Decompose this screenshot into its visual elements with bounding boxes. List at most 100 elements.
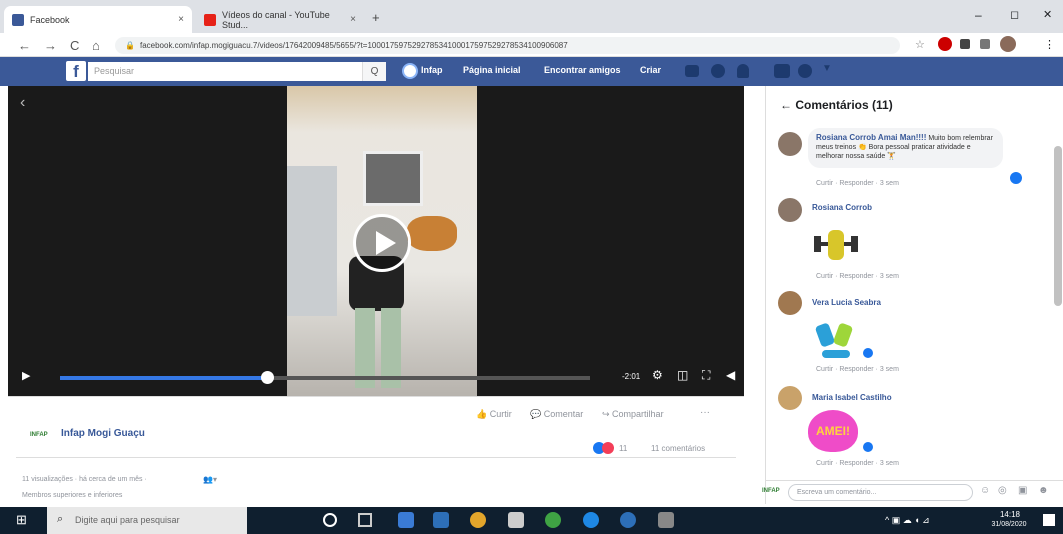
comment-reply-button[interactable]: Responder: [839, 366, 873, 373]
volume-icon[interactable]: ◀: [726, 368, 735, 382]
tab-youtube[interactable]: Vídeos do canal - YouTube Stud... ×: [196, 6, 364, 33]
menu-icon[interactable]: ⋮: [1044, 38, 1055, 51]
app-icon[interactable]: [545, 512, 561, 528]
scrollbar-thumb[interactable]: [1054, 146, 1062, 306]
cortana-icon[interactable]: [323, 513, 337, 527]
url-field[interactable]: 🔒 facebook.com/infap.mogiguacu.7/videos/…: [115, 37, 900, 54]
play-button[interactable]: [353, 214, 411, 272]
taskbar-search-input[interactable]: ⌕ Digite aqui para pesquisar: [47, 507, 247, 534]
comment-like-button[interactable]: Curtir: [816, 366, 833, 373]
tab-facebook[interactable]: Facebook ×: [4, 6, 192, 33]
play-control-icon[interactable]: ▶: [22, 369, 30, 382]
windows-start-icon[interactable]: ⊞: [16, 512, 27, 528]
notifications-icon[interactable]: [1043, 514, 1055, 526]
close-window-button[interactable]: ✕: [1043, 8, 1052, 21]
chrome-icon[interactable]: [470, 512, 486, 528]
comments-title[interactable]: ← Comentários (11): [780, 98, 893, 112]
comment-reply-button[interactable]: Responder: [839, 460, 873, 467]
bell-icon[interactable]: [737, 64, 749, 78]
task-view-icon[interactable]: [358, 513, 372, 527]
write-comment-input[interactable]: Escreva um comentário...: [788, 484, 973, 501]
profile-link[interactable]: Infap: [421, 65, 443, 75]
system-tray-icons[interactable]: ^ ▣ ☁ ◖ ⊿: [885, 515, 930, 526]
window-shape: [363, 151, 423, 206]
search-icon[interactable]: Q: [362, 62, 386, 81]
comment-author[interactable]: Rosiana Corrob: [812, 203, 872, 212]
like-button[interactable]: 👍 Curtir: [476, 409, 512, 420]
back-button[interactable]: ←: [18, 38, 31, 53]
avatar[interactable]: [778, 198, 802, 222]
extension-icon[interactable]: [960, 39, 970, 49]
chevron-down-icon[interactable]: ▼: [822, 63, 832, 74]
facebook-top-bar: f Pesquisar Q Infap Página inicial Encon…: [0, 57, 1063, 86]
comment-reply-button[interactable]: Responder: [839, 180, 873, 187]
create-link[interactable]: Criar: [640, 65, 661, 75]
comment-like-button[interactable]: Curtir: [816, 273, 833, 280]
app-icon[interactable]: [620, 512, 636, 528]
app-icon[interactable]: [658, 512, 674, 528]
quick-help-icon[interactable]: [774, 64, 790, 78]
facebook-logo[interactable]: f: [66, 61, 86, 81]
help-icon[interactable]: [798, 64, 812, 78]
comment-actions: Curtir · Responder · 3 sem: [816, 366, 899, 373]
dancing-sticker: [814, 318, 858, 362]
avatar[interactable]: [778, 386, 802, 410]
forward-button[interactable]: →: [44, 38, 57, 53]
search-input[interactable]: Pesquisar: [88, 62, 386, 81]
picture-in-picture-icon[interactable]: ◫: [677, 368, 688, 382]
progress-knob[interactable]: [260, 371, 274, 384]
store-icon[interactable]: [508, 512, 524, 528]
video-player[interactable]: ‹ ▶ -2:01 ⚙ ◫ ⛶ ◀: [8, 86, 744, 396]
people-icon[interactable]: [685, 65, 699, 77]
gif-icon[interactable]: ▣: [1018, 485, 1027, 496]
file-explorer-icon[interactable]: [398, 512, 414, 528]
edge-icon[interactable]: [583, 512, 599, 528]
facebook-favicon-icon: [12, 13, 24, 26]
home-link[interactable]: Página inicial: [463, 65, 521, 75]
avatar[interactable]: [778, 291, 802, 315]
profile-avatar[interactable]: [402, 63, 418, 79]
comment-button[interactable]: 💬 Comentar: [530, 409, 583, 420]
star-icon[interactable]: ☆: [915, 38, 925, 51]
avatar[interactable]: [778, 132, 802, 156]
mail-icon[interactable]: [433, 512, 449, 528]
like-reaction-icon: [863, 348, 873, 358]
thumbs-up-icon: 👍: [476, 409, 490, 419]
messenger-icon[interactable]: [711, 64, 725, 78]
reload-button[interactable]: C: [70, 38, 79, 53]
youtube-favicon-icon: [204, 13, 216, 26]
close-tab-icon[interactable]: ×: [350, 14, 356, 25]
profile-avatar[interactable]: [1000, 36, 1016, 52]
comment-author[interactable]: Rosiana Corrob Amai Man!!!!: [816, 133, 926, 142]
camera-icon[interactable]: ◎: [998, 485, 1007, 496]
weightlifter-sticker: [814, 224, 858, 266]
comment-author[interactable]: Maria Isabel Castilho: [812, 393, 892, 402]
comments-count[interactable]: 11 comentários: [651, 444, 705, 453]
address-bar-row: ← → C ⌂ 🔒 facebook.com/infap.mogiguacu.7…: [0, 33, 1063, 57]
back-arrow-icon[interactable]: ‹: [20, 94, 25, 112]
share-button[interactable]: ↪ Compartilhar: [602, 409, 664, 420]
audience-icon[interactable]: 👥▾: [203, 475, 217, 484]
comment-reply-button[interactable]: Responder: [839, 273, 873, 280]
translate-extension-icon[interactable]: [980, 39, 990, 49]
minimize-button[interactable]: –: [975, 8, 982, 22]
comment-author[interactable]: Vera Lucia Seabra: [812, 298, 881, 307]
more-options-button[interactable]: ···: [700, 407, 710, 418]
emoji-icon[interactable]: ☺: [980, 485, 990, 496]
home-button[interactable]: ⌂: [92, 38, 100, 53]
divider: [16, 457, 736, 458]
new-tab-button[interactable]: +: [372, 10, 380, 25]
comment-like-button[interactable]: Curtir: [816, 180, 833, 187]
opera-extension-icon[interactable]: [938, 37, 952, 51]
taskbar-search-text: Digite aqui para pesquisar: [75, 515, 180, 525]
sticker-icon[interactable]: ☻: [1038, 485, 1049, 496]
close-tab-icon[interactable]: ×: [178, 14, 184, 25]
fullscreen-icon[interactable]: ⛶: [702, 368, 710, 383]
progress-bar[interactable]: [60, 371, 590, 384]
find-friends-link[interactable]: Encontrar amigos: [544, 65, 621, 75]
comment-like-button[interactable]: Curtir: [816, 460, 833, 467]
settings-gear-icon[interactable]: ⚙: [652, 368, 663, 382]
maximize-button[interactable]: ◻: [1010, 8, 1019, 21]
reactions-count[interactable]: 11: [619, 444, 627, 453]
page-name-link[interactable]: Infap Mogi Guaçu: [61, 428, 145, 439]
